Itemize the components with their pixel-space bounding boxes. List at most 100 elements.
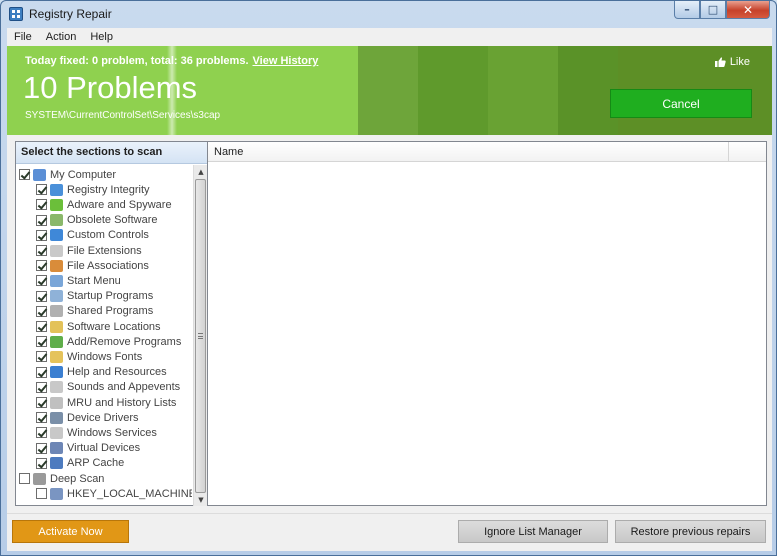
arp-icon — [50, 457, 63, 470]
section-item[interactable]: HKEY_LOCAL_MACHINE — [36, 486, 192, 501]
restore-previous-repairs-button[interactable]: Restore previous repairs — [615, 520, 766, 543]
section-label: Help and Resources — [67, 366, 167, 379]
section-label: Shared Programs — [67, 305, 154, 318]
section-item[interactable]: Windows Fonts — [36, 349, 142, 364]
section-checkbox[interactable] — [36, 427, 47, 439]
section-label: Deep Scan — [50, 472, 105, 485]
section-checkbox[interactable] — [36, 457, 47, 469]
menu-file[interactable]: File — [14, 31, 32, 43]
scroll-up-arrow[interactable]: ▲ — [194, 166, 208, 178]
add-remove-icon — [50, 335, 63, 348]
maximize-button[interactable]: □ — [700, 1, 726, 19]
section-item[interactable]: Help and Resources — [36, 365, 167, 380]
activate-now-button[interactable]: Activate Now — [12, 520, 129, 543]
section-checkbox[interactable] — [36, 351, 47, 363]
registry-icon — [50, 183, 63, 196]
ignore-list-manager-button[interactable]: Ignore List Manager — [458, 520, 608, 543]
section-item[interactable]: Add/Remove Programs — [36, 334, 181, 349]
section-label: MRU and History Lists — [67, 396, 177, 409]
section-item[interactable]: File Extensions — [36, 243, 142, 258]
menu-help[interactable]: Help — [90, 31, 113, 43]
content-area: Select the sections to scan My Computer R… — [7, 135, 772, 513]
scroll-thumb[interactable] — [195, 179, 206, 493]
section-item[interactable]: Adware and Spyware — [36, 197, 172, 212]
section-label: Device Drivers — [67, 411, 139, 424]
services-icon — [50, 426, 63, 439]
app-icon — [9, 7, 23, 21]
like-button[interactable]: Like — [714, 56, 750, 68]
close-button[interactable]: ✕ — [726, 1, 770, 19]
section-checkbox[interactable] — [36, 245, 47, 256]
section-checkbox[interactable] — [36, 366, 47, 378]
problems-count-title: 10 Problems — [23, 70, 198, 105]
like-label: Like — [729, 56, 750, 68]
section-item[interactable]: File Associations — [36, 258, 149, 273]
section-label: Startup Programs — [67, 290, 154, 303]
section-item[interactable]: Obsolete Software — [36, 213, 158, 228]
section-item[interactable]: Software Locations — [36, 319, 161, 334]
today-summary: Today fixed: 0 problem, total: 36 proble… — [25, 55, 318, 67]
section-checkbox[interactable] — [36, 199, 47, 211]
status-header: Today fixed: 0 problem, total: 36 proble… — [7, 46, 772, 135]
sections-panel: Select the sections to scan My Computer R… — [15, 141, 208, 506]
section-item[interactable]: Custom Controls — [36, 228, 149, 243]
section-checkbox[interactable] — [36, 290, 47, 302]
current-scan-path: SYSTEM\CurrentControlSet\Services\s3cap — [25, 110, 221, 121]
trash-icon — [50, 214, 63, 227]
virtual-device-icon — [50, 442, 63, 455]
section-label: HKEY_LOCAL_MACHINE — [67, 487, 192, 500]
section-checkbox[interactable] — [36, 381, 47, 393]
section-item[interactable]: Windows Services — [36, 425, 157, 440]
section-label: My Computer — [50, 168, 117, 181]
section-checkbox[interactable] — [36, 488, 47, 500]
history-icon — [50, 396, 63, 409]
device-icon — [50, 411, 63, 424]
section-item[interactable]: Deep Scan — [19, 471, 104, 486]
menu-action[interactable]: Action — [46, 31, 77, 43]
computer-icon — [33, 168, 46, 181]
section-item[interactable]: Startup Programs — [36, 289, 153, 304]
menu-bar: File Action Help — [7, 28, 772, 46]
results-column-header: Name — [208, 142, 766, 162]
section-checkbox[interactable] — [36, 412, 47, 424]
section-checkbox[interactable] — [36, 260, 47, 272]
section-checkbox[interactable] — [36, 305, 47, 317]
start-menu-icon — [50, 274, 63, 287]
section-checkbox[interactable] — [19, 473, 30, 484]
section-checkbox[interactable] — [36, 229, 47, 241]
section-item[interactable]: Start Menu — [36, 273, 121, 288]
section-label: Adware and Spyware — [67, 198, 172, 211]
section-item[interactable]: Registry Integrity — [36, 182, 150, 197]
section-item[interactable]: ARP Cache — [36, 456, 124, 471]
section-item[interactable]: Virtual Devices — [36, 441, 140, 456]
shared-icon — [50, 305, 63, 318]
section-checkbox[interactable] — [36, 336, 47, 348]
header-mid-panel — [358, 46, 618, 135]
section-checkbox[interactable] — [36, 214, 47, 226]
title-bar[interactable]: Registry Repair – □ ✕ — [1, 1, 776, 27]
sections-scrollbar[interactable]: ▲ ▼ — [193, 165, 207, 506]
scroll-down-arrow[interactable]: ▼ — [194, 494, 208, 506]
section-label: Virtual Devices — [67, 442, 141, 455]
section-label: Windows Fonts — [67, 350, 143, 363]
column-name-header[interactable]: Name — [208, 142, 729, 162]
section-checkbox[interactable] — [36, 275, 47, 287]
view-history-link[interactable]: View History — [253, 55, 319, 67]
section-checkbox[interactable] — [36, 397, 47, 408]
file-icon — [50, 244, 63, 257]
section-checkbox[interactable] — [36, 321, 47, 332]
section-label: ARP Cache — [67, 457, 125, 470]
font-icon — [50, 350, 63, 363]
section-item[interactable]: My Computer — [19, 167, 116, 182]
section-item[interactable]: Sounds and Appevents — [36, 380, 180, 395]
cancel-button[interactable]: Cancel — [610, 89, 752, 118]
section-checkbox[interactable] — [19, 169, 30, 180]
section-item[interactable]: Shared Programs — [36, 304, 153, 319]
section-item[interactable]: MRU and History Lists — [36, 395, 176, 410]
file-assoc-icon — [50, 259, 63, 272]
section-item[interactable]: Device Drivers — [36, 410, 139, 425]
footer-bar: Activate Now Ignore List Manager Restore… — [7, 513, 772, 551]
minimize-button[interactable]: – — [674, 1, 700, 19]
section-checkbox[interactable] — [36, 442, 47, 454]
section-checkbox[interactable] — [36, 184, 47, 196]
